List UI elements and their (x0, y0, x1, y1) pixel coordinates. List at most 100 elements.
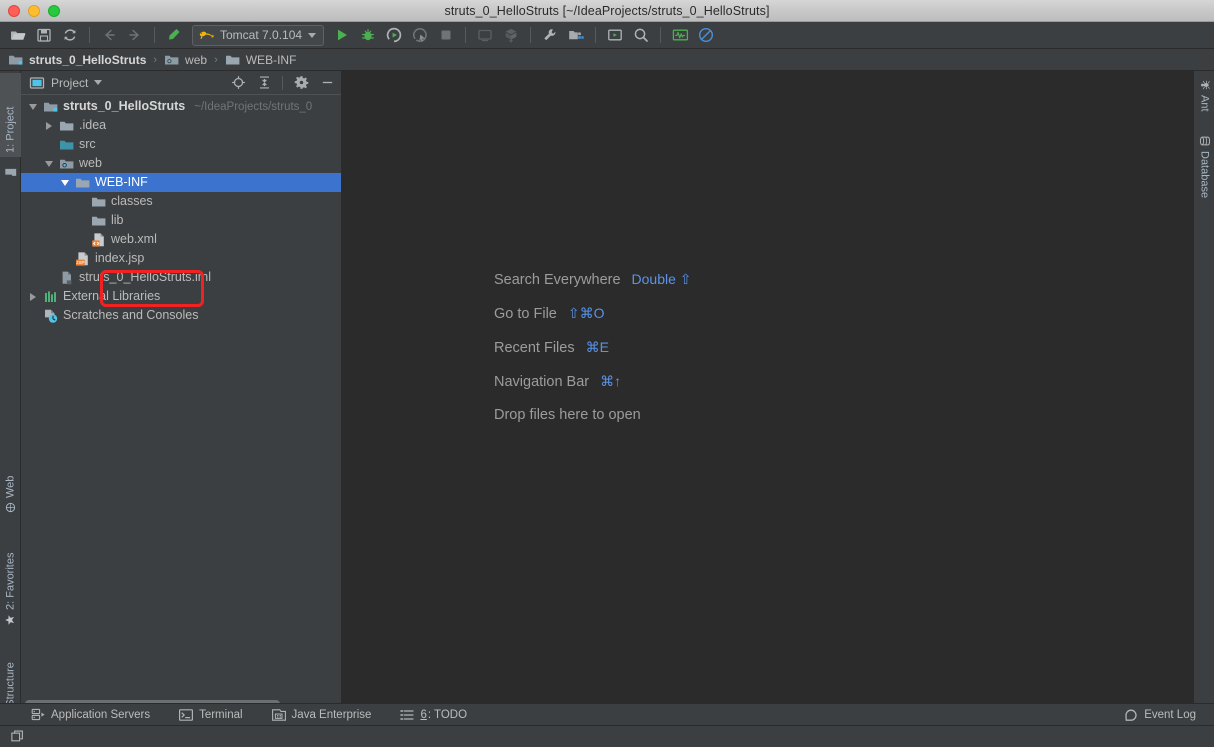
tree-row[interactable]: lib (21, 211, 341, 230)
collapse-all-icon[interactable] (254, 73, 274, 93)
tree-row[interactable]: .idea (21, 116, 341, 135)
chevron-down-icon[interactable] (43, 154, 55, 173)
status-bar (0, 726, 1214, 747)
sidebar-tab-web[interactable]: Web (0, 449, 21, 517)
folder-icon (5, 169, 17, 177)
jsp-file-icon: JSP (76, 251, 88, 266)
breadcrumb-separator: › (214, 53, 218, 66)
tree-row[interactable]: Scratches and Consoles (21, 306, 341, 325)
forward-button[interactable] (123, 24, 147, 46)
breadcrumb-item-web[interactable]: web (164, 52, 207, 68)
debug-button[interactable] (356, 24, 380, 46)
gear-icon[interactable] (291, 73, 311, 93)
project-panel-title: Project (51, 75, 89, 90)
toolwindow-todo[interactable]: 6 : TODO (385, 703, 481, 726)
update-application-icon[interactable] (473, 24, 497, 46)
run-configuration-label: Tomcat 7.0.104 (220, 28, 303, 42)
event-log-button[interactable]: Event Log (1109, 703, 1214, 726)
profile-button[interactable] (408, 24, 432, 46)
chevron-down-icon[interactable] (27, 97, 39, 116)
chevron-right-icon[interactable] (43, 116, 55, 135)
deploy-icon[interactable] (499, 24, 523, 46)
database-icon (1199, 136, 1210, 146)
editor-hint-label: Go to File (494, 306, 557, 322)
folder-icon (92, 197, 106, 206)
maximize-icon[interactable] (48, 5, 60, 17)
disable-icon[interactable] (694, 24, 718, 46)
run-with-coverage-button[interactable] (382, 24, 406, 46)
breadcrumb-label: web (185, 52, 208, 67)
settings-icon[interactable] (538, 24, 562, 46)
breadcrumb-item-project[interactable]: struts_0_HelloStruts (8, 52, 146, 68)
toolwindow-label: Application Servers (51, 708, 151, 721)
minimize-icon[interactable] (28, 5, 40, 17)
sidebar-tab-database[interactable]: Database (1194, 131, 1214, 215)
breadcrumb-separator: › (153, 53, 158, 66)
source-folder-icon (60, 140, 74, 149)
sidebar-tab-label: 1: Project (4, 106, 17, 153)
tree-row[interactable]: struts_0_HelloStruts ~/IdeaProjects/strut… (21, 97, 341, 116)
tree-row[interactable]: WEB-INF (21, 173, 341, 192)
profiler-icon[interactable] (668, 24, 692, 46)
editor-hint: Recent Files ⌘E (494, 339, 692, 356)
terminal-run-icon[interactable] (603, 24, 627, 46)
project-tree: struts_0_HelloStruts ~/IdeaProjects/strut… (21, 95, 341, 325)
project-window-icon[interactable] (0, 161, 21, 185)
project-structure-icon[interactable] (564, 24, 588, 46)
hide-panel-icon[interactable] (317, 73, 337, 93)
tree-row[interactable]: JSP index.jsp (21, 249, 341, 268)
sidebar-tab-project[interactable]: 1: Project (0, 73, 21, 157)
tree-row-label: Scratches and Consoles (63, 308, 199, 322)
terminal-icon (179, 708, 194, 721)
editor-hint: Search Everywhere Double ⇧ (494, 271, 692, 288)
java-enterprise-icon (271, 708, 286, 721)
select-opened-file-icon[interactable] (228, 73, 248, 93)
open-project-button[interactable] (6, 24, 30, 46)
synchronize-button[interactable] (58, 24, 82, 46)
save-all-button[interactable] (32, 24, 56, 46)
tree-row[interactable]: src (21, 135, 341, 154)
toolwindow-label: Terminal (199, 708, 243, 721)
web-folder-icon (60, 159, 74, 168)
chevron-down-icon[interactable] (94, 80, 103, 85)
window-controls[interactable] (8, 5, 60, 17)
tree-row[interactable]: External Libraries (21, 287, 341, 306)
stop-button[interactable] (434, 24, 458, 46)
back-button[interactable] (97, 24, 121, 46)
run-configuration-selector[interactable]: Tomcat 7.0.104 (192, 24, 325, 46)
tree-row[interactable]: web.xml (21, 230, 341, 249)
sidebar-tab-label: Database (1198, 151, 1211, 199)
chevron-down-icon[interactable] (308, 32, 317, 38)
sidebar-tab-ant[interactable]: Ant (1194, 75, 1214, 121)
chevron-down-icon[interactable] (59, 173, 71, 192)
breadcrumb-label: struts_0_HelloStruts (29, 52, 147, 67)
toolwindow-terminal[interactable]: Terminal (164, 703, 256, 726)
sidebar-tab-favorites[interactable]: 2: Favorites (0, 526, 21, 630)
toolwindow-application-servers[interactable]: Application Servers (0, 703, 164, 726)
folder-icon (92, 216, 106, 225)
run-button[interactable] (330, 24, 354, 46)
window-title: struts_0_HelloStruts [~/IdeaProjects/str… (444, 3, 770, 18)
build-project-button[interactable] (162, 24, 186, 46)
toolwindow-java-enterprise[interactable]: Java Enterprise (257, 703, 386, 726)
main-toolbar: Tomcat 7.0.104 (0, 22, 1214, 49)
toggle-layout-icon[interactable] (7, 727, 27, 747)
tree-row[interactable]: classes (21, 192, 341, 211)
editor-empty-area[interactable]: Search Everywhere Double ⇧ Go to File ⇧⌘O Re… (342, 71, 1193, 712)
toolbar-separator (660, 27, 662, 43)
scratches-icon (45, 309, 58, 323)
search-everywhere-icon[interactable] (629, 24, 653, 46)
tree-row[interactable]: web (21, 154, 341, 173)
close-icon[interactable] (8, 5, 20, 17)
toolwindow-label: Java Enterprise (291, 708, 372, 721)
tree-row-label: src (79, 137, 96, 151)
libraries-icon (45, 290, 56, 302)
breadcrumb-item-webinf[interactable]: WEB-INF (225, 52, 296, 68)
editor-hint: Navigation Bar ⌘↑ (494, 373, 692, 390)
chevron-right-icon[interactable] (27, 287, 39, 306)
tree-row[interactable]: struts_0_HelloStruts.iml (21, 268, 341, 287)
tree-row-label: struts_0_HelloStruts.iml (79, 270, 211, 284)
